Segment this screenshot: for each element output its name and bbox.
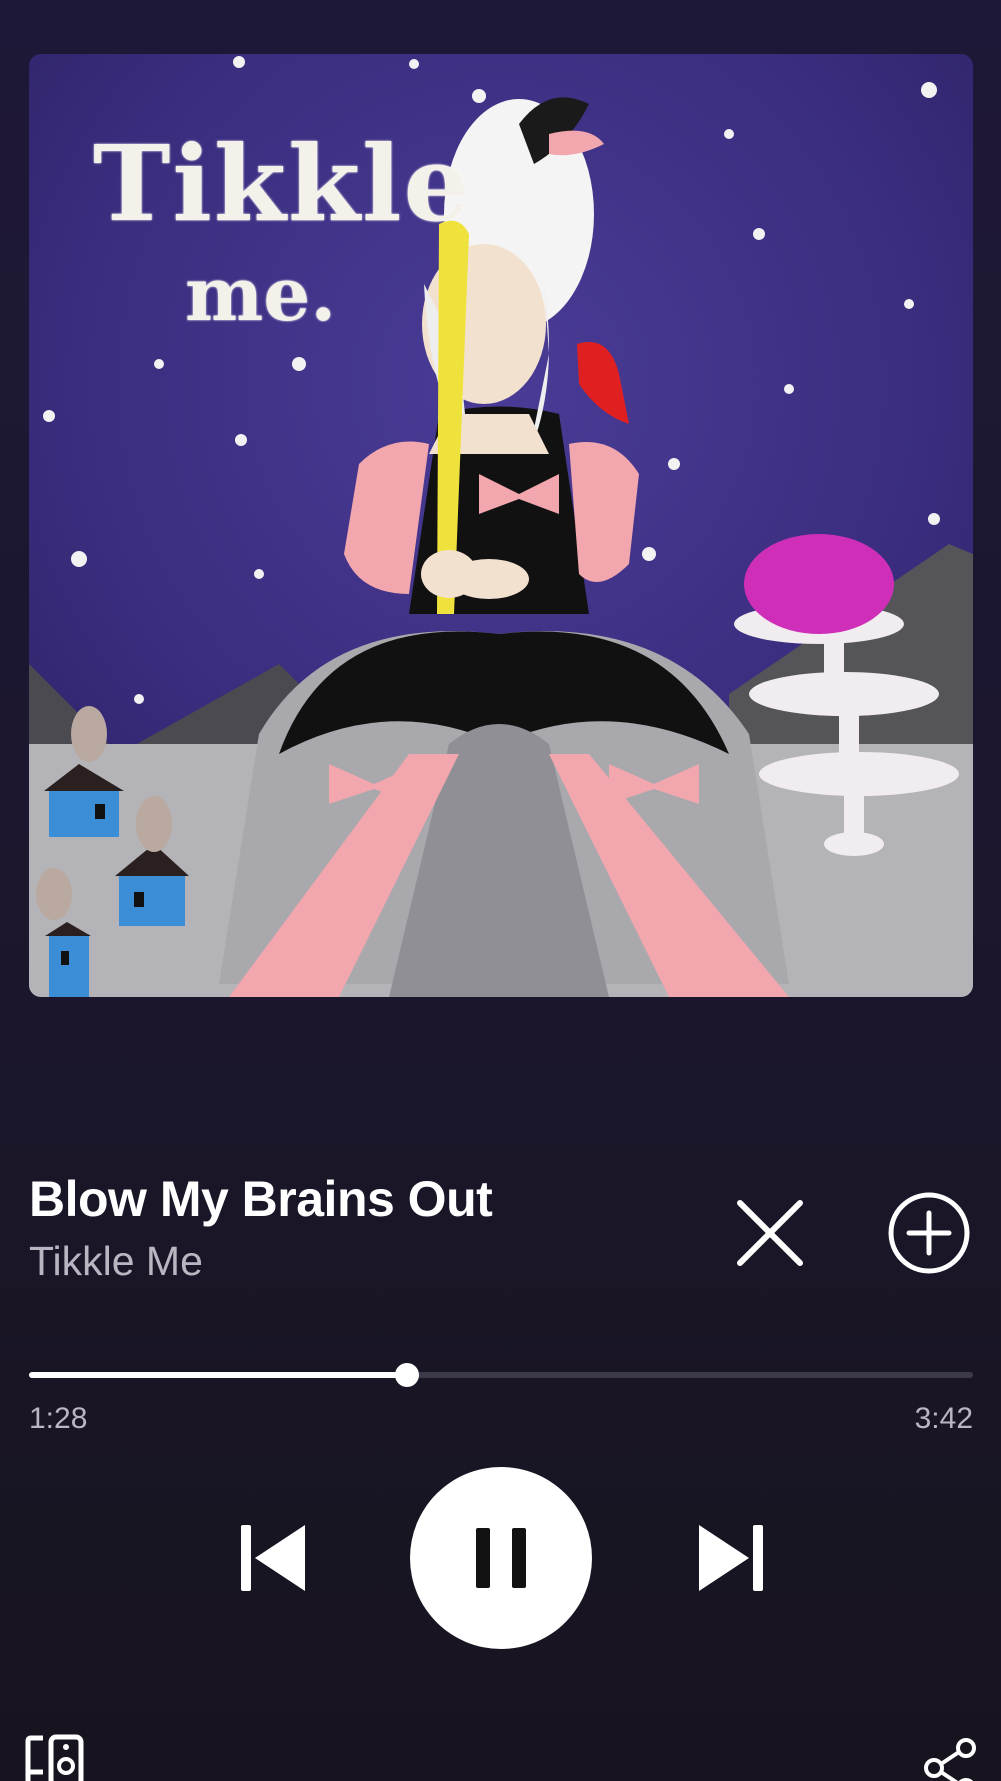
album-art-title-line1: Tikkle	[93, 122, 472, 245]
skip-next-icon	[699, 1525, 763, 1591]
close-icon	[737, 1200, 803, 1266]
remove-button[interactable]	[725, 1188, 815, 1278]
track-artist[interactable]: Tikkle Me	[29, 1238, 203, 1285]
album-art-title-line2: me.	[185, 252, 337, 338]
progress-handle[interactable]	[394, 1363, 419, 1387]
pause-icon	[476, 1528, 526, 1588]
pause-button[interactable]	[410, 1467, 592, 1649]
connect-device-button[interactable]	[22, 1734, 88, 1781]
share-button[interactable]	[920, 1734, 980, 1781]
total-time: 3:42	[914, 1402, 973, 1435]
add-to-playlist-button[interactable]	[880, 1184, 978, 1282]
elapsed-time: 1:28	[29, 1402, 88, 1435]
track-title: Blow My Brains Out	[29, 1171, 493, 1227]
progress-fill	[29, 1372, 407, 1378]
plus-circle-icon	[888, 1192, 970, 1274]
connect-device-icon	[25, 1734, 84, 1781]
skip-previous-icon	[241, 1525, 305, 1591]
previous-button[interactable]	[234, 1518, 314, 1598]
progress-bar[interactable]	[29, 1360, 973, 1390]
share-icon	[924, 1738, 976, 1781]
album-art-title: Tikkle me.	[93, 122, 472, 338]
album-art: Tikkle me.	[29, 54, 973, 997]
next-button[interactable]	[690, 1518, 770, 1598]
